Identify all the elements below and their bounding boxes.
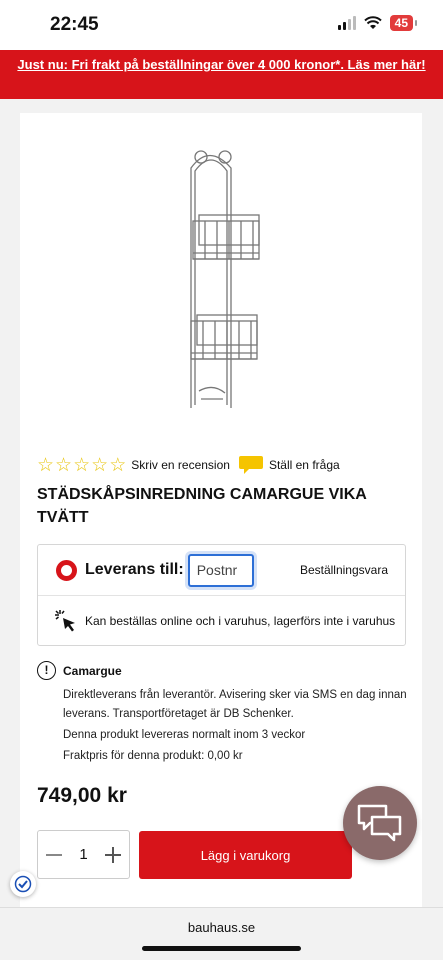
browser-url-bar[interactable]: bauhaus.se bbox=[0, 907, 443, 960]
supplier-name: Camargue bbox=[63, 664, 122, 678]
star-icon[interactable]: ☆ bbox=[55, 456, 72, 475]
star-rating[interactable]: ☆ ☆ ☆ ☆ ☆ bbox=[37, 456, 126, 475]
product-image bbox=[190, 150, 260, 408]
click-cursor-icon bbox=[55, 610, 75, 632]
location-ring-icon bbox=[56, 559, 77, 581]
supplier-line: Denna produkt levereras normalt inom 3 v… bbox=[63, 729, 306, 741]
star-icon[interactable]: ☆ bbox=[109, 456, 126, 475]
availability-text: Kan beställas online och i varuhus, lage… bbox=[85, 614, 396, 628]
postnr-input[interactable] bbox=[187, 553, 254, 587]
product-title: STÄDSKÅPSINREDNING CAMARGUE VIKA TVÄTT bbox=[37, 486, 367, 526]
status-time: 22:45 bbox=[50, 14, 99, 35]
order-type: Beställningsvara bbox=[299, 563, 388, 577]
shield-check-icon bbox=[14, 875, 32, 893]
minus-icon[interactable] bbox=[46, 853, 62, 856]
delivery-row: Leverans till: Beställningsvara bbox=[38, 545, 405, 596]
status-bar: 22:45 45 bbox=[0, 0, 443, 50]
quantity-stepper: 1 bbox=[37, 830, 130, 879]
home-indicator bbox=[142, 946, 301, 951]
trust-badge[interactable] bbox=[10, 871, 36, 897]
chat-icon bbox=[357, 804, 402, 842]
supplier-details: Direktleverans från leverantör. Aviserin… bbox=[63, 686, 413, 768]
write-review-link[interactable]: Skriv en recension bbox=[131, 458, 230, 472]
wifi-icon bbox=[363, 16, 382, 29]
cellular-signal-icon bbox=[337, 16, 356, 30]
exclamation-icon: ! bbox=[37, 661, 56, 680]
quantity-value[interactable]: 1 bbox=[79, 846, 87, 863]
ask-question-link[interactable]: Ställ en fråga bbox=[269, 458, 340, 472]
delivery-label: Leverans till: bbox=[85, 561, 184, 578]
chat-button[interactable] bbox=[343, 786, 417, 860]
supplier-line: Direktleverans från leverantör. Aviserin… bbox=[63, 689, 407, 720]
availability-row: Kan beställas online och i varuhus, lage… bbox=[38, 596, 405, 646]
delivery-box: Leverans till: Beställningsvara Kan best… bbox=[37, 544, 406, 646]
status-icons: 45 bbox=[337, 15, 418, 31]
promo-banner[interactable]: Just nu: Fri frakt på beställningar över… bbox=[0, 50, 443, 99]
add-to-cart-button[interactable]: Lägg i varukorg bbox=[139, 831, 352, 879]
url-text[interactable]: bauhaus.se bbox=[0, 920, 443, 935]
rating-row: ☆ ☆ ☆ ☆ ☆ Skriv en recension Ställ en fr… bbox=[37, 455, 348, 475]
product-price: 749,00 kr bbox=[37, 784, 127, 807]
speech-bubble-icon bbox=[238, 455, 264, 475]
supplier-line: Fraktpris för denna produkt: 0,00 kr bbox=[63, 750, 243, 762]
star-icon[interactable]: ☆ bbox=[73, 456, 90, 475]
plus-icon[interactable] bbox=[105, 846, 121, 863]
promo-text[interactable]: Just nu: Fri frakt på beställningar över… bbox=[17, 57, 425, 72]
star-icon[interactable]: ☆ bbox=[37, 456, 54, 475]
star-icon[interactable]: ☆ bbox=[91, 456, 108, 475]
battery-icon: 45 bbox=[389, 15, 418, 31]
